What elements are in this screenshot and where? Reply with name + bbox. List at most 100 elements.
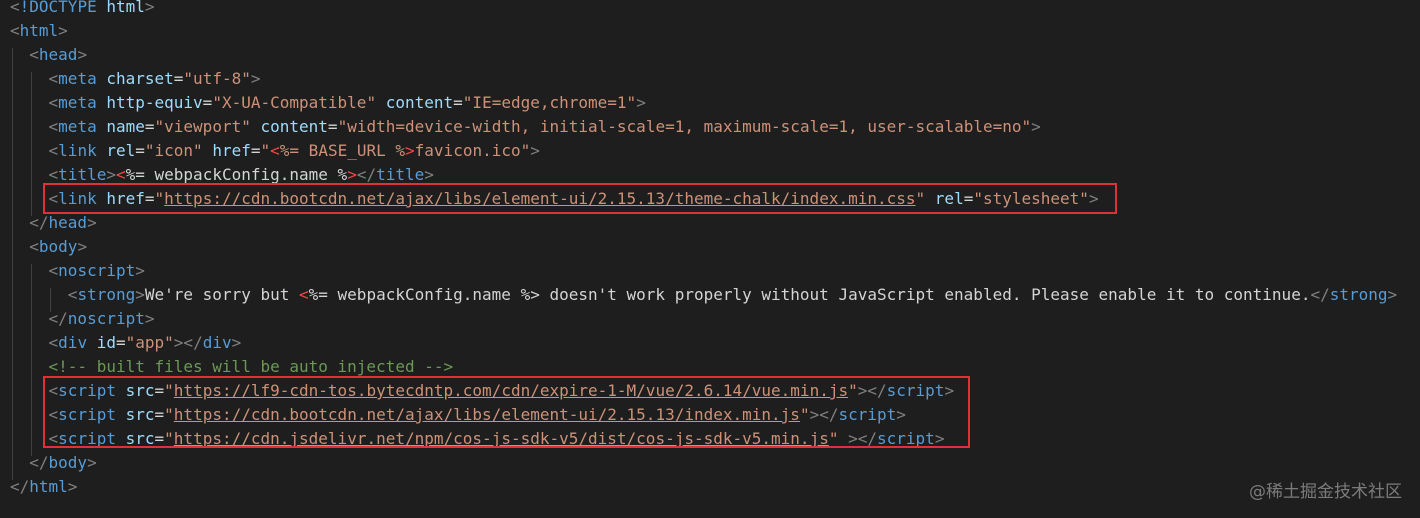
code-token: html <box>106 0 145 16</box>
code-token: > <box>135 285 145 304</box>
code-token: http-equiv <box>106 93 203 112</box>
code-token: < <box>299 285 309 304</box>
code-token: </ <box>29 453 49 472</box>
code-token: > <box>87 453 97 472</box>
code-token: title <box>58 165 107 184</box>
code-token: content <box>260 117 328 136</box>
code-token: < <box>29 45 39 64</box>
code-token: </ <box>29 213 49 232</box>
code-token: body <box>48 453 88 472</box>
code-token: "app" <box>125 333 174 352</box>
code-line[interactable]: <meta http-equiv = "X-UA-Compatible" conte… <box>10 91 646 115</box>
code-token: < <box>48 165 59 184</box>
code-token: meta <box>58 69 97 88</box>
watermark: @稀土掘金技术社区 <box>1249 482 1402 502</box>
code-token: < <box>67 285 78 304</box>
code-token: "utf-8" <box>183 69 251 88</box>
code-line[interactable]: <noscript> <box>10 259 145 283</box>
code-token: %= webpackConfig.name % <box>125 165 348 184</box>
code-line[interactable]: <!DOCTYPE html> <box>10 0 155 19</box>
code-token: meta <box>58 117 97 136</box>
code-token: noscript <box>67 309 145 328</box>
code-line[interactable]: <html> <box>10 19 68 43</box>
code-token: < <box>48 117 59 136</box>
code-token: < <box>48 93 59 112</box>
code-token: < <box>48 141 59 160</box>
code-token: content <box>385 93 454 112</box>
code-token: div <box>58 333 88 352</box>
code-token: strong <box>77 285 136 304</box>
code-token: " <box>260 141 271 160</box>
code-token: > <box>405 141 415 160</box>
code-line[interactable]: </head> <box>10 211 96 235</box>
code-token: "width=device-width, initial-scale=1, ma… <box>337 117 1032 136</box>
code-token: meta <box>58 93 97 112</box>
highlight-box-stylesheet-link <box>43 183 1117 214</box>
code-token: > <box>77 237 88 256</box>
code-token: > <box>144 0 155 16</box>
code-token: "X-UA-Compatible" <box>212 93 377 112</box>
code-token: link <box>58 141 97 160</box>
code-token: noscript <box>58 261 136 280</box>
code-token: < <box>270 141 280 160</box>
code-line[interactable]: </body> <box>10 451 97 475</box>
code-token: > <box>424 165 434 184</box>
code-token: html <box>19 21 59 40</box>
code-token: ></ <box>173 333 203 352</box>
code-token: > <box>77 45 88 64</box>
code-token: head <box>38 45 78 64</box>
code-token: title <box>376 165 425 184</box>
code-token: < <box>10 0 20 16</box>
code-token: rel <box>106 141 136 160</box>
code-token: > <box>1031 117 1041 136</box>
code-token: = <box>115 333 126 352</box>
code-token: > <box>347 165 357 184</box>
code-token: !DOCTYPE <box>19 0 97 16</box>
code-token: < <box>10 21 20 40</box>
code-line[interactable]: <div id="app"></div> <box>10 331 242 355</box>
code-token: body <box>38 237 78 256</box>
code-line[interactable]: <meta name="viewport" content="width=dev… <box>10 115 1041 139</box>
code-token: = <box>453 93 463 112</box>
code-line[interactable]: <meta charset="utf-8"> <box>10 67 261 91</box>
code-token: href <box>212 141 251 160</box>
code-line[interactable]: <head> <box>10 43 87 67</box>
code-token: = <box>173 69 184 88</box>
code-line[interactable]: <strong>We're sorry but <%= webpackConfi… <box>10 283 1397 307</box>
code-token: favicon.ico" <box>414 141 531 160</box>
code-token: > <box>144 309 155 328</box>
code-editor[interactable]: <!DOCTYPE html> <html> <head> <meta chars… <box>0 0 1420 518</box>
code-token: = <box>135 141 145 160</box>
code-token: html <box>29 477 68 496</box>
code-token: head <box>48 213 88 232</box>
code-token: charset <box>106 69 174 88</box>
code-token: </ <box>356 165 377 184</box>
code-line[interactable]: <link rel="icon" href="<%= BASE_URL %>fa… <box>10 139 540 163</box>
code-token: div <box>202 333 232 352</box>
code-token: < <box>48 333 59 352</box>
code-token: = <box>250 141 261 160</box>
code-line[interactable]: </noscript> <box>10 307 155 331</box>
code-token: > <box>67 477 78 496</box>
code-token: <!-- built files will be auto injected -… <box>48 357 454 376</box>
code-token: > <box>250 69 261 88</box>
code-token: < <box>48 261 59 280</box>
code-token: > <box>1387 285 1398 304</box>
code-line[interactable]: <body> <box>10 235 87 259</box>
code-token: id <box>96 333 116 352</box>
code-token: </ <box>10 477 30 496</box>
code-line[interactable]: </html> <box>10 475 77 499</box>
code-token: strong <box>1329 285 1388 304</box>
